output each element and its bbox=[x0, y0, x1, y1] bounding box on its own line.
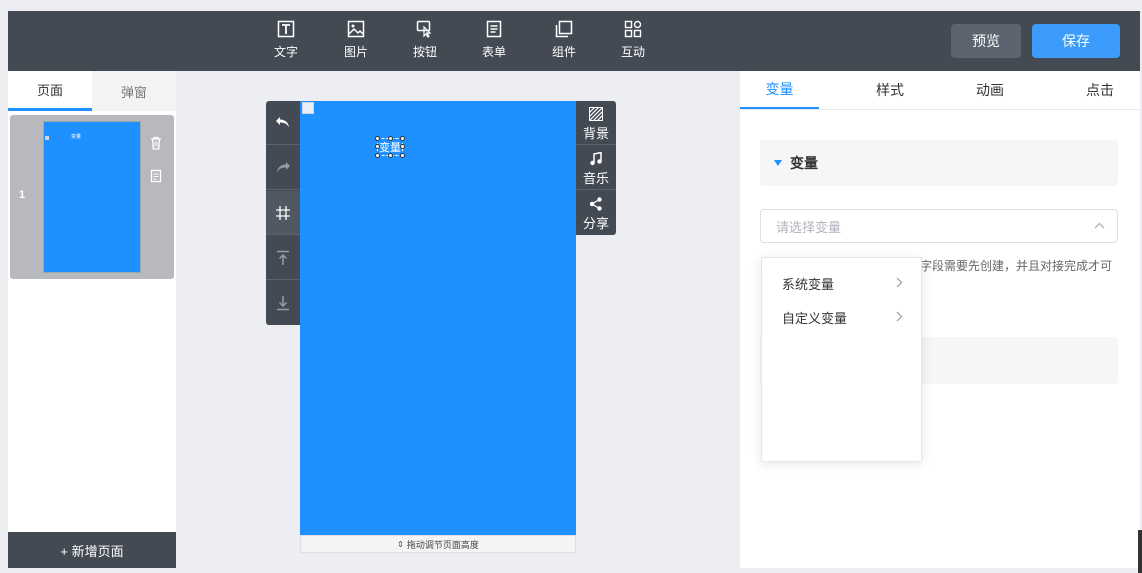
undo-button[interactable] bbox=[266, 101, 300, 145]
button-icon bbox=[416, 20, 432, 38]
move-top-button[interactable] bbox=[266, 236, 300, 280]
resize-handle[interactable] bbox=[400, 153, 405, 158]
tool-component[interactable]: 组件 bbox=[544, 20, 584, 64]
tab-click[interactable]: 点击 bbox=[1060, 71, 1140, 109]
resize-arrows-icon: ⇕ bbox=[397, 539, 404, 549]
page-canvas[interactable]: 变量 bbox=[300, 101, 576, 535]
selected-text-element[interactable]: 变量 bbox=[375, 136, 405, 158]
tab-pages[interactable]: 页面 bbox=[8, 71, 92, 111]
dropdown-item-custom-variable[interactable]: 自定义变量 bbox=[762, 300, 921, 334]
chevron-right-icon bbox=[896, 277, 903, 288]
save-button[interactable]: 保存 bbox=[1032, 24, 1120, 58]
dropdown-item-label: 自定义变量 bbox=[782, 310, 848, 326]
tool-form[interactable]: 表单 bbox=[474, 20, 514, 64]
page-settings-tools: 背景 音乐 分享 bbox=[576, 101, 616, 235]
app-frame: 文字 图片 按钮 表单 组件 互动 预览 保存 页面 弹窗 1 变量 + 新增页… bbox=[0, 0, 1142, 573]
align-bottom-icon bbox=[277, 296, 289, 311]
resize-handle[interactable] bbox=[375, 153, 380, 158]
tab-style[interactable]: 样式 bbox=[850, 71, 930, 109]
music-button[interactable]: 音乐 bbox=[576, 146, 616, 190]
add-page-button[interactable]: + 新增页面 bbox=[8, 532, 176, 568]
page-height-resizer[interactable]: ⇕ 拖动调节页面高度 bbox=[300, 535, 576, 553]
tool-text[interactable]: 文字 bbox=[266, 20, 306, 64]
resize-handle[interactable] bbox=[375, 136, 380, 141]
grid-button[interactable] bbox=[266, 191, 300, 235]
tool-image-label: 图片 bbox=[343, 45, 368, 59]
caret-down-icon bbox=[774, 160, 782, 166]
tool-button[interactable]: 按钮 bbox=[405, 20, 445, 64]
resize-hint: 拖动调节页面高度 bbox=[406, 539, 479, 550]
page-number: 1 bbox=[19, 189, 26, 201]
variable-select[interactable]: 请选择变量 bbox=[760, 209, 1118, 243]
resize-handle[interactable] bbox=[400, 136, 405, 141]
resize-handle[interactable] bbox=[400, 144, 405, 149]
top-toolbar: 文字 图片 按钮 表单 组件 互动 预览 保存 bbox=[8, 11, 1140, 71]
resize-handle[interactable] bbox=[375, 144, 380, 149]
share-icon bbox=[589, 197, 602, 211]
share-button[interactable]: 分享 bbox=[576, 191, 616, 235]
preview-button[interactable]: 预览 bbox=[951, 24, 1021, 58]
tab-divider bbox=[740, 109, 1140, 110]
page-thumbnail[interactable]: 变量 bbox=[43, 121, 141, 273]
background-button[interactable]: 背景 bbox=[576, 101, 616, 145]
resize-handle[interactable] bbox=[388, 153, 393, 158]
text-icon bbox=[277, 20, 295, 38]
background-icon bbox=[589, 107, 603, 121]
variable-section-header[interactable]: 变量 bbox=[760, 140, 1118, 186]
delete-icon[interactable] bbox=[148, 135, 164, 151]
canvas-edit-tools bbox=[266, 101, 300, 325]
section-title: 变量 bbox=[790, 155, 818, 171]
form-icon bbox=[486, 20, 502, 38]
grid-icon bbox=[276, 205, 290, 220]
tab-variables[interactable]: 变量 bbox=[740, 71, 819, 109]
variable-dropdown: 系统变量 自定义变量 bbox=[761, 257, 922, 462]
select-placeholder: 请选择变量 bbox=[776, 219, 842, 235]
undo-icon bbox=[276, 116, 289, 127]
resize-handle[interactable] bbox=[388, 136, 393, 141]
background-label: 背景 bbox=[582, 126, 609, 141]
music-label: 音乐 bbox=[582, 171, 609, 186]
chevron-right-icon bbox=[896, 311, 903, 322]
tool-form-label: 表单 bbox=[481, 45, 506, 59]
copy-icon[interactable] bbox=[148, 168, 164, 184]
tool-button-label: 按钮 bbox=[412, 45, 437, 59]
image-icon bbox=[347, 20, 365, 38]
pages-panel: 页面 弹窗 1 变量 + 新增页面 bbox=[8, 71, 176, 568]
align-top-icon bbox=[277, 250, 289, 265]
interaction-icon bbox=[624, 20, 642, 38]
tool-interaction-label: 互动 bbox=[620, 45, 645, 59]
share-label: 分享 bbox=[582, 216, 609, 231]
scrollbar-edge bbox=[1138, 530, 1142, 573]
redo-icon bbox=[277, 161, 290, 172]
music-icon bbox=[590, 152, 602, 166]
broken-image-icon[interactable] bbox=[302, 102, 314, 114]
move-bottom-button[interactable] bbox=[266, 281, 300, 325]
dropdown-item-label: 系统变量 bbox=[782, 276, 835, 292]
dropdown-item-system-variable[interactable]: 系统变量 bbox=[762, 266, 921, 300]
broken-image-icon bbox=[45, 136, 49, 140]
tool-image[interactable]: 图片 bbox=[336, 20, 376, 64]
component-icon bbox=[555, 20, 573, 38]
chevron-up-icon bbox=[1094, 222, 1105, 229]
redo-button[interactable] bbox=[266, 146, 300, 190]
variable-hint: 字段需要先创建，并且对接完成才可 bbox=[920, 259, 1113, 273]
page-thumbnail-item[interactable]: 1 变量 bbox=[10, 115, 174, 279]
tool-text-label: 文字 bbox=[273, 45, 298, 59]
tab-popups[interactable]: 弹窗 bbox=[92, 71, 176, 111]
tool-interaction[interactable]: 互动 bbox=[613, 20, 653, 64]
thumbnail-text: 变量 bbox=[71, 134, 82, 140]
tool-component-label: 组件 bbox=[551, 45, 576, 59]
tab-animation[interactable]: 动画 bbox=[950, 71, 1030, 109]
